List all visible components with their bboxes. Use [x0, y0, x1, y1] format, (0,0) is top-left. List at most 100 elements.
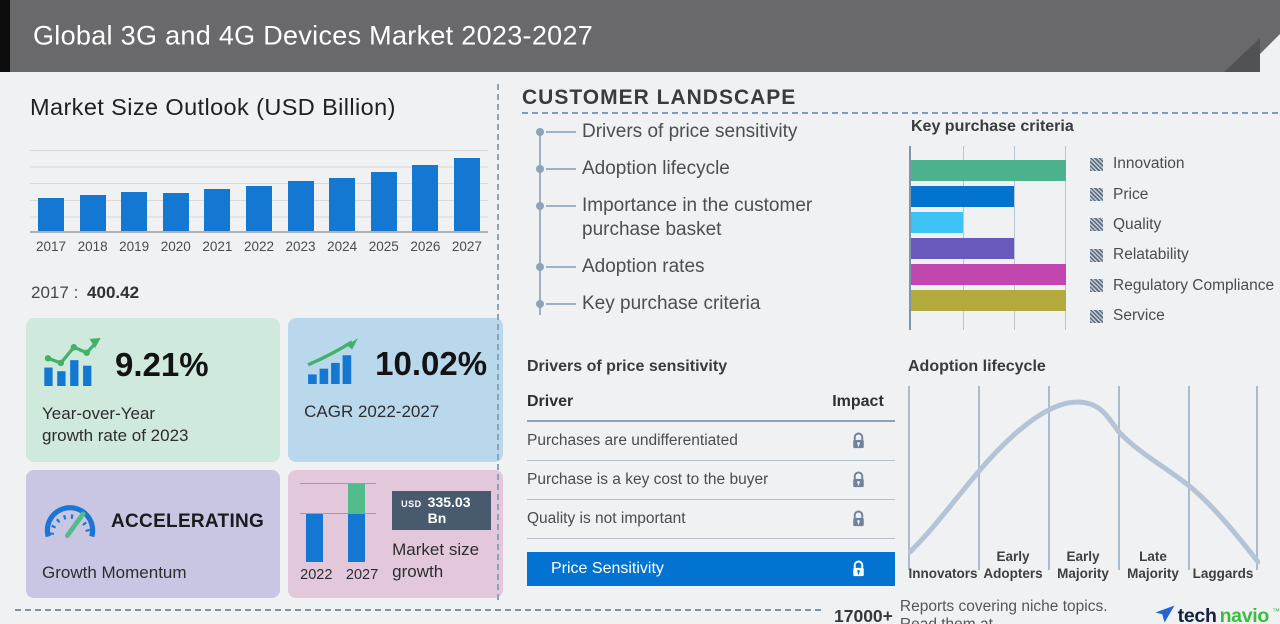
driver-label: Purchase is a key cost to the buyer [527, 471, 769, 488]
stat-cards: 9.21% Year-over-Year growth rate of 2023… [26, 318, 504, 599]
landscape-item-4: Key purchase criteria [536, 292, 860, 316]
vertical-divider [497, 84, 499, 600]
bar-column-2020 [159, 192, 193, 231]
driver-row: Purchases are undifferentiated [527, 422, 895, 461]
price-sensitivity-title: Drivers of price sensitivity [527, 358, 728, 375]
bar-column-2024 [325, 177, 359, 231]
base-year-separator: : [73, 283, 79, 302]
x-tick-label: 2027 [451, 239, 482, 254]
legend-swatch-icon [1090, 188, 1103, 202]
header-left-accent [0, 0, 10, 72]
footer-divider [15, 609, 821, 611]
legend-item: Quality [1090, 210, 1274, 240]
landscape-item-label: Adoption lifecycle [582, 158, 730, 179]
x-tick-label: 2021 [202, 239, 233, 254]
x-tick-label: 2019 [119, 239, 150, 254]
mini-growth-chart: 2022 2027 [300, 482, 378, 583]
landscape-item-label: Importance in the customer purchase bask… [582, 195, 813, 240]
speedometer-icon [42, 500, 98, 545]
legend-item: Relatability [1090, 240, 1274, 270]
bar-column-2025 [367, 171, 401, 231]
mini-year-start: 2022 [300, 566, 333, 583]
bar-column-2018 [76, 194, 110, 231]
cagr-caption: CAGR 2022-2027 [304, 402, 440, 421]
bar-column-2017 [34, 197, 68, 231]
momentum-caption: Growth Momentum [42, 562, 187, 582]
bar-column-2026 [408, 164, 442, 231]
kpc-bar-service [911, 290, 1066, 311]
x-tick-label: 2026 [410, 239, 441, 254]
x-tick-label: 2022 [243, 239, 274, 254]
driver-row: Purchase is a key cost to the buyer [527, 461, 895, 500]
legend-swatch-icon [1090, 309, 1103, 323]
mini-year-end: 2027 [345, 566, 379, 583]
report-count: 17000+ [834, 605, 893, 624]
cagr-value: 10.02% [375, 344, 488, 382]
mini-bar-2022 [306, 513, 324, 562]
growth-amount: 335.03 Bn [427, 493, 471, 526]
dps-rows: Purchases are undifferentiated Purchase i… [527, 422, 895, 539]
bar-column-2019 [117, 191, 151, 231]
bar-2023 [287, 181, 314, 231]
key-purchase-criteria-chart [909, 146, 1067, 330]
technavio-logo[interactable]: tech navio ™ [1155, 605, 1280, 624]
legend-swatch-icon [1090, 248, 1103, 262]
customer-landscape-title: CUSTOMER LANDSCAPE [522, 86, 797, 109]
bar-2022 [245, 185, 272, 231]
market-size-growth-card: 2022 2027 USD 335.03 Bn Market size grow… [288, 469, 504, 599]
bullet-connector-icon [536, 157, 582, 181]
bar-2018 [79, 194, 106, 231]
price-sensitivity-highlight-row: Price Sensitivity [527, 552, 895, 586]
market-size-chart-plot [30, 150, 488, 233]
legend-label: Innovation [1113, 155, 1185, 173]
brand-tech: tech [1177, 604, 1217, 624]
brand-navio: navio [1219, 604, 1270, 624]
kpc-bar-regulatory-compliance [911, 264, 1066, 285]
bar-column-2023 [284, 181, 318, 231]
landscape-item-3: Adoption rates [536, 255, 860, 279]
lock-icon [821, 510, 895, 528]
mini-bar-2027-growth [348, 483, 366, 514]
legend-swatch-icon [1090, 279, 1103, 293]
column-driver: Driver [527, 393, 574, 410]
bar-2017 [38, 197, 64, 231]
x-tick-label: 2020 [160, 239, 191, 254]
x-tick-label: 2025 [368, 239, 399, 254]
legend-item: Price [1090, 179, 1274, 209]
column-impact: Impact [832, 393, 884, 410]
market-size-title: Market Size Outlook (USD Billion) [30, 94, 396, 120]
stage-label: Innovators [908, 565, 978, 581]
legend-item: Innovation [1090, 149, 1274, 179]
landscape-item-2: Importance in the customer purchase bask… [536, 194, 860, 242]
bar-2027 [453, 157, 480, 231]
currency-label: USD [401, 498, 422, 509]
base-year-amount: 400.42 [87, 283, 140, 302]
page-title: Global 3G and 4G Devices Market 2023-202… [33, 20, 594, 51]
kpc-bar-quality [911, 212, 963, 233]
bullet-connector-icon [536, 292, 582, 316]
landscape-item-1: Adoption lifecycle [536, 157, 860, 181]
bar-2024 [329, 177, 356, 231]
price-sensitivity-table: Drivers of price sensitivity Driver Impa… [527, 358, 895, 586]
adoption-lifecycle-chart: Innovators Early Adopters Early Majority La… [908, 386, 1260, 581]
x-tick-label: 2018 [77, 239, 108, 254]
adoption-lifecycle-title: Adoption lifecycle [908, 358, 1046, 375]
market-size-chart: 2017 2018 2019 2020 2021 2022 2023 2024 2025 2026… [30, 150, 488, 254]
bar-chart-trend-icon [42, 338, 102, 391]
yoy-growth-caption: Year-over-Year growth rate of 2023 [42, 404, 189, 446]
cagr-card: 10.02% CAGR 2022-2027 [288, 318, 504, 462]
bar-2025 [370, 171, 397, 231]
bullet-connector-icon [536, 120, 582, 144]
x-tick-label: 2017 [35, 239, 67, 254]
landscape-item-label: Drivers of price sensitivity [582, 121, 798, 142]
bar-column-2022 [242, 185, 276, 231]
driver-row: Quality is not important [527, 500, 895, 539]
bar-column-2021 [200, 188, 234, 231]
infographic-page: Global 3G and 4G Devices Market 2023-202… [0, 0, 1280, 624]
x-tick-label: 2023 [285, 239, 316, 254]
growth-momentum-card: ACCELERATING Growth Momentum [26, 469, 281, 599]
bullet-connector-icon [536, 194, 582, 218]
bar-2020 [162, 192, 189, 231]
customer-landscape-list: Drivers of price sensitivity Adoption lif… [536, 120, 860, 329]
page-curl-icon [1224, 38, 1260, 72]
